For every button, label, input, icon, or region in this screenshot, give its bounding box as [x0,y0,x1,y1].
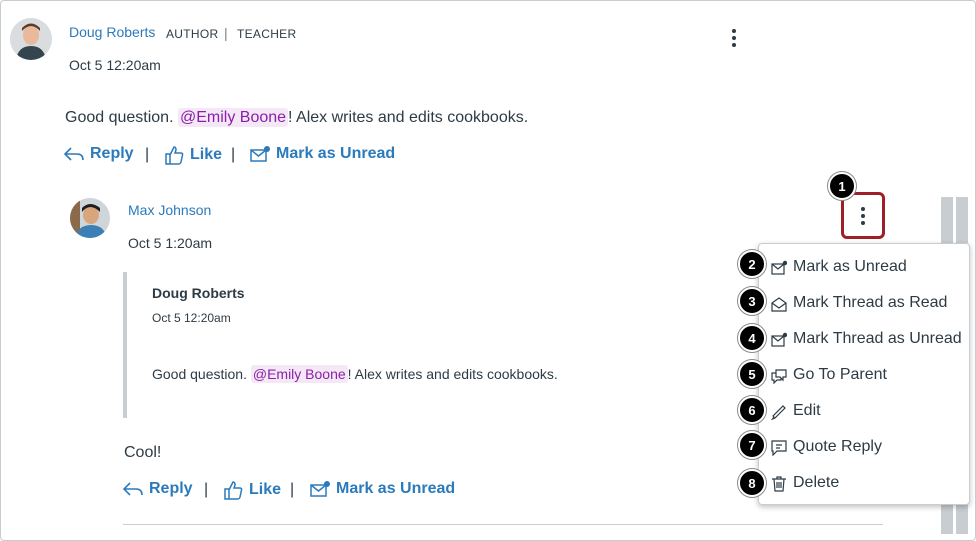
menu-item-label: Edit [793,402,821,419]
like-label: Like [249,481,282,498]
action-divider: | [290,481,295,498]
reply-icon [64,147,84,161]
post-date: Oct 5 12:20am [69,57,161,73]
quote-text-rest: ! Alex writes and edits cookbooks. [347,366,558,382]
reply-button[interactable]: Reply [123,480,193,498]
reply-button[interactable]: Reply [64,145,134,163]
options-dropdown-menu: Mark as Unread Mark Thread as Read Mark … [758,243,970,505]
like-icon [165,146,184,165]
quoted-post: Doug Roberts Oct 5 12:20am Good question… [123,272,723,418]
menu-item-go-to-parent[interactable]: Go To Parent [759,360,971,390]
teacher-role: TEACHER [237,27,297,41]
action-divider: | [204,481,209,498]
message-text-rest: ! Alex writes and edits cookbooks. [288,109,529,126]
callout-badge: 8 [738,469,766,497]
reply-actions: Reply | Like | Mark as Unread [123,480,523,502]
role-divider: | [224,25,228,41]
post-date: Oct 5 1:20am [128,235,213,251]
menu-item-mark-thread-as-unread[interactable]: Mark Thread as Unread [759,324,971,354]
menu-item-mark-thread-as-read[interactable]: Mark Thread as Read [759,288,971,318]
mail-unread-icon [771,332,787,347]
avatar[interactable] [70,198,110,238]
mail-unread-icon [310,481,330,497]
user-mention[interactable]: @Emily Boone [250,365,348,383]
callout-badge: 4 [738,324,766,352]
action-divider: | [145,146,150,163]
quote-date: Oct 5 12:20am [152,311,231,325]
action-divider: | [231,146,236,163]
scroll-handle[interactable] [956,197,968,243]
menu-item-label: Delete [793,474,840,491]
quote-message: Good question. @Emily Boone! Alex writes… [152,365,558,383]
menu-item-label: Mark Thread as Read [793,294,948,311]
reply-divider [123,524,883,525]
callout-badge: 2 [738,250,766,278]
author-name[interactable]: Doug Roberts [69,24,155,40]
user-mention[interactable]: @Emily Boone [177,108,289,127]
like-label: Like [190,146,223,163]
author-role: AUTHOR [166,27,219,41]
scroll-handle[interactable] [956,500,968,534]
scroll-handle[interactable] [941,500,953,534]
menu-item-label: Go To Parent [793,366,887,383]
post-actions: Reply | Like | Mark as Unread [64,145,464,167]
author-name[interactable]: Max Johnson [128,202,211,218]
like-icon [224,481,243,500]
mark-as-unread-label: Mark as Unread [276,145,396,162]
message-text: Good question. [65,109,174,126]
post-message: Good question. @Emily Boone! Alex writes… [65,108,529,127]
callout-badge: 1 [828,172,856,200]
reply-label: Reply [90,145,134,162]
mail-unread-icon [250,146,270,162]
mail-open-icon [771,297,787,312]
quote-text: Good question. [152,366,247,382]
scroll-handle[interactable] [941,197,953,243]
mark-as-unread-button[interactable]: Mark as Unread [310,480,455,498]
callout-badge: 7 [738,431,766,459]
like-button[interactable]: Like [223,480,281,500]
menu-item-mark-as-unread[interactable]: Mark as Unread [759,252,971,282]
callout-badge: 5 [738,360,766,388]
reply-icon [123,482,143,496]
trash-icon [772,476,786,492]
quote-icon [771,440,787,456]
menu-item-edit[interactable]: Edit [759,396,971,426]
mail-unread-icon [771,260,787,275]
menu-item-label: Quote Reply [793,438,882,455]
options-menu-button[interactable] [726,26,742,50]
menu-item-delete[interactable]: Delete [759,468,971,498]
discussion-icon [771,369,787,384]
callout-badge: 6 [738,396,766,424]
pencil-icon [771,405,786,420]
mark-as-unread-label: Mark as Unread [336,480,456,497]
menu-item-label: Mark Thread as Unread [793,330,962,347]
mark-as-unread-button[interactable]: Mark as Unread [250,145,395,163]
callout-badge: 3 [738,287,766,315]
menu-item-quote-reply[interactable]: Quote Reply [759,432,971,462]
reply-label: Reply [149,480,193,497]
quote-author: Doug Roberts [152,285,245,301]
avatar[interactable] [10,18,52,60]
like-button[interactable]: Like [164,145,222,165]
reply-message: Cool! [124,444,162,461]
menu-item-label: Mark as Unread [793,258,907,275]
reply-options-button[interactable] [841,192,885,239]
